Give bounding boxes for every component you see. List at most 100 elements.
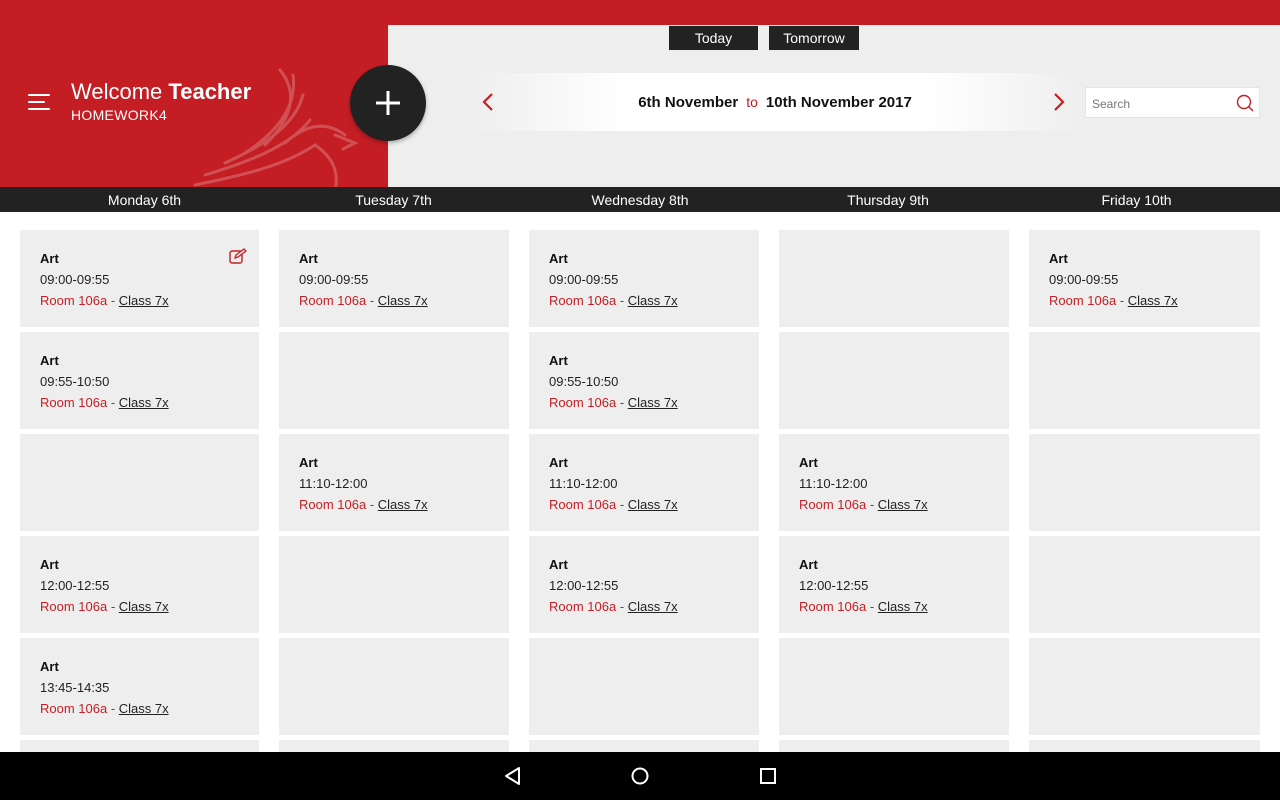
prev-week-button[interactable] [481,92,501,114]
lesson-room: Room 106a [549,497,617,512]
lesson-location: Room 106a - Class 7x [40,701,169,716]
lesson-sep: - [107,599,119,614]
empty-slot [529,740,759,752]
lesson-subject: Art [40,353,59,368]
lesson-card[interactable]: Art 09:55-10:50 Room 106a - Class 7x [529,332,759,429]
search-icon[interactable] [1236,94,1254,112]
empty-slot [779,230,1009,327]
lesson-room: Room 106a [40,599,108,614]
search-input[interactable] [1090,92,1234,116]
home-circle-icon[interactable] [630,766,650,786]
lesson-sep: - [616,599,628,614]
header-brand-panel: Welcome Teacher HOMEWORK4 [0,25,388,187]
class-link[interactable]: Class 7x [119,395,169,410]
lesson-sep: - [366,293,378,308]
lesson-card[interactable]: Art 09:00-09:55 Room 106a - Class 7x [529,230,759,327]
class-link[interactable]: Class 7x [628,293,678,308]
lesson-subject: Art [799,557,818,572]
menu-button[interactable] [28,94,52,114]
class-link[interactable]: Class 7x [378,497,428,512]
lesson-subject: Art [549,557,568,572]
lesson-location: Room 106a - Class 7x [549,497,678,512]
lesson-room: Room 106a [1049,293,1117,308]
lesson-card[interactable]: Art 12:00-12:55 Room 106a - Class 7x [779,536,1009,633]
hamburger-icon [28,94,50,96]
class-link[interactable]: Class 7x [119,293,169,308]
lesson-subject: Art [549,455,568,470]
lesson-subject: Art [549,251,568,266]
lesson-location: Room 106a - Class 7x [549,599,678,614]
lesson-location: Room 106a - Class 7x [299,293,428,308]
day-header-monday: Monday 6th [107,192,182,208]
edit-icon[interactable] [229,248,247,264]
lesson-time: 09:55-10:50 [40,374,110,389]
lesson-sep: - [616,293,628,308]
lesson-room: Room 106a [549,293,617,308]
lesson-card[interactable]: Art 11:10-12:00 Room 106a - Class 7x [779,434,1009,531]
today-button[interactable]: Today [669,26,758,50]
lesson-location: Room 106a - Class 7x [799,599,928,614]
empty-slot [1029,536,1260,633]
lesson-card[interactable]: Art 12:00-12:55 Room 106a - Class 7x [529,536,759,633]
day-header-thursday: Thursday 9th [847,192,929,208]
lesson-subject: Art [299,251,318,266]
lesson-sep: - [1116,293,1128,308]
weekday-header-bar: Monday 6th Tuesday 7th Wednesday 8th Thu… [0,187,1280,212]
class-link[interactable]: Class 7x [628,599,678,614]
class-link[interactable]: Class 7x [628,497,678,512]
lesson-card[interactable]: Art 09:00-09:55 Room 106a - Class 7x [1029,230,1260,327]
lesson-sep: - [107,701,119,716]
lesson-time: 11:10-12:00 [299,476,368,491]
empty-slot [1029,740,1260,752]
lesson-location: Room 106a - Class 7x [40,395,169,410]
lesson-room: Room 106a [40,293,108,308]
lesson-subject: Art [299,455,318,470]
plus-icon [376,91,400,115]
lesson-card[interactable]: Art 11:10-12:00 Room 106a - Class 7x [279,434,509,531]
day-header-friday: Friday 10th [1101,192,1172,208]
lesson-subject: Art [40,557,59,572]
lesson-subject: Art [40,659,59,674]
welcome-prefix: Welcome [71,79,163,104]
class-link[interactable]: Class 7x [119,599,169,614]
chevron-right-icon [1054,93,1065,111]
top-strip [0,0,1280,25]
lesson-card[interactable]: Art 13:45-14:35 Room 106a - Class 7x [20,638,259,735]
lesson-card[interactable]: Art 09:55-10:50 Room 106a - Class 7x [20,332,259,429]
lesson-time: 09:00-09:55 [40,272,110,287]
welcome-heading: Welcome Teacher [71,79,251,105]
lesson-room: Room 106a [299,497,367,512]
lesson-sep: - [366,497,378,512]
back-triangle-icon[interactable] [503,766,523,786]
empty-slot [20,740,259,752]
lesson-location: Room 106a - Class 7x [549,395,678,410]
empty-slot [279,638,509,735]
class-link[interactable]: Class 7x [878,599,928,614]
class-link[interactable]: Class 7x [628,395,678,410]
add-homework-button[interactable] [350,65,426,141]
lesson-card[interactable]: Art 11:10-12:00 Room 106a - Class 7x [529,434,759,531]
lesson-card[interactable]: Art 09:00-09:55 Room 106a - Class 7x [279,230,509,327]
lesson-time: 11:10-12:00 [549,476,618,491]
class-link[interactable]: Class 7x [378,293,428,308]
lesson-sep: - [866,497,878,512]
recents-square-icon[interactable] [758,766,778,786]
lesson-card[interactable]: Art 09:00-09:55 Room 106a - Class 7x [20,230,259,327]
welcome-name: Teacher [168,79,252,104]
lesson-card[interactable]: Art 12:00-12:55 Room 106a - Class 7x [20,536,259,633]
chevron-left-icon [482,93,493,111]
next-week-button[interactable] [1052,92,1072,114]
class-link[interactable]: Class 7x [878,497,928,512]
timetable-grid: Art 09:00-09:55 Room 106a - Class 7x Art… [0,230,1280,752]
search-box[interactable] [1085,87,1260,118]
lesson-subject: Art [549,353,568,368]
class-link[interactable]: Class 7x [1128,293,1178,308]
lesson-subject: Art [40,251,59,266]
empty-slot [279,740,509,752]
class-link[interactable]: Class 7x [119,701,169,716]
lesson-room: Room 106a [549,599,617,614]
tomorrow-button[interactable]: Tomorrow [769,26,859,50]
empty-slot [779,638,1009,735]
lesson-room: Room 106a [549,395,617,410]
lesson-location: Room 106a - Class 7x [40,599,169,614]
